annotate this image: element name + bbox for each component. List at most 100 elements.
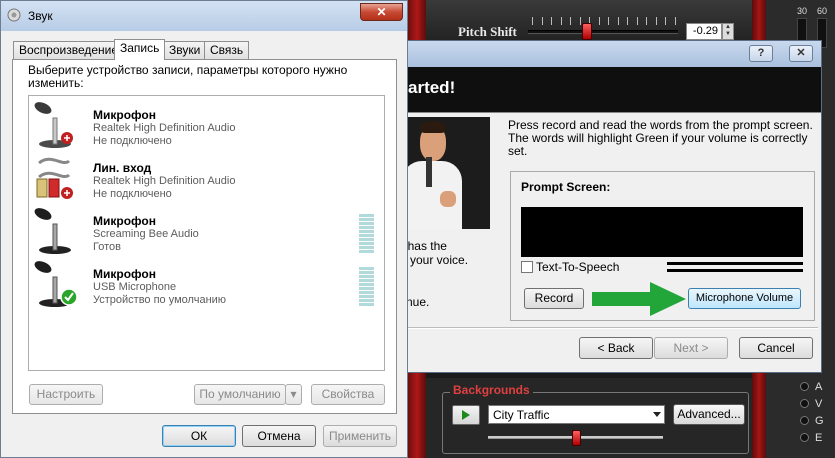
- pitch-shift-value-field[interactable]: -0.29: [686, 23, 722, 40]
- text-to-speech-label: Text-To-Speech: [536, 260, 620, 274]
- chevron-down-icon: ▾: [290, 387, 297, 401]
- device-driver: Realtek High Definition Audio: [93, 122, 236, 134]
- list-item[interactable]: Микрофон Realtek High Definition Audio Н…: [33, 100, 378, 152]
- device-name: Микрофон: [93, 214, 156, 228]
- tab-sounds[interactable]: Звуки: [163, 41, 207, 59]
- effects-list-letter: A: [815, 380, 823, 393]
- slider-tick: [608, 17, 609, 25]
- input-level-meter: [359, 214, 374, 254]
- chevron-down-icon: [653, 412, 661, 417]
- help-button[interactable]: ?: [749, 45, 773, 62]
- effects-list: A V G E: [800, 378, 835, 458]
- radio-icon: [800, 399, 809, 408]
- effects-list-item[interactable]: V: [800, 395, 835, 412]
- cancel-button[interactable]: Отмена: [242, 425, 316, 447]
- recording-device-list: Микрофон Realtek High Definition Audio Н…: [28, 95, 385, 371]
- next-button[interactable]: Next >: [654, 337, 728, 359]
- text-to-speech-checkbox[interactable]: Text-To-Speech: [521, 260, 619, 274]
- play-icon: [462, 410, 470, 420]
- microphone-icon: [34, 208, 71, 254]
- device-driver: Screaming Bee Audio: [93, 228, 199, 240]
- slider-tick: [560, 17, 562, 25]
- tab-playback[interactable]: Воспроизведение: [13, 41, 125, 59]
- wizard-cancel-button[interactable]: Cancel: [739, 337, 813, 359]
- backgrounds-title: Backgrounds: [450, 383, 533, 397]
- list-item[interactable]: Микрофон USB Microphone Устройство по ум…: [33, 259, 378, 311]
- slider-tick: [598, 17, 600, 25]
- sound-dialog: Звук ✕ Воспроизведение Запись Звуки Связ…: [0, 0, 408, 458]
- checkbox-icon[interactable]: [521, 261, 533, 273]
- pitch-shift-spinner[interactable]: ▲ ▼: [722, 23, 734, 40]
- effects-list-item[interactable]: G: [800, 412, 835, 429]
- background-play-button[interactable]: [452, 405, 480, 425]
- effects-list-letter: E: [815, 431, 823, 444]
- device-status: Устройство по умолчанию: [93, 294, 227, 306]
- effects-list-letter: G: [815, 414, 824, 427]
- prompt-screen-label: Prompt Screen:: [521, 180, 611, 194]
- spin-up-icon[interactable]: ▲: [723, 24, 733, 31]
- microphone-setup-wizard: ? ✕ arted! " has the n your voice. tinue…: [395, 40, 822, 373]
- pitch-shift-slider-thumb[interactable]: [581, 23, 592, 40]
- slider-tick: [627, 17, 628, 25]
- radio-icon: [800, 382, 809, 391]
- spin-down-icon[interactable]: ▼: [723, 31, 733, 38]
- advanced-button[interactable]: Advanced...: [673, 404, 745, 425]
- microphone-volume-button[interactable]: Microphone Volume: [688, 288, 801, 309]
- set-default-button[interactable]: По умолчанию: [194, 384, 286, 405]
- tab-communications[interactable]: Связь: [204, 41, 250, 59]
- slider-tick: [655, 17, 657, 25]
- effects-list-item[interactable]: A: [800, 378, 835, 395]
- pitch-shift-label: Pitch Shift: [458, 24, 517, 39]
- properties-button[interactable]: Свойства: [311, 384, 385, 405]
- wizard-close-button[interactable]: ✕: [789, 45, 813, 62]
- device-status: Готов: [93, 241, 121, 253]
- pitch-shift-slider-track[interactable]: [528, 30, 678, 34]
- slider-tick: [570, 17, 571, 25]
- slider-tick: [646, 17, 647, 25]
- effects-list-item[interactable]: E: [800, 429, 835, 446]
- wizard-heading: arted!: [408, 78, 456, 97]
- speaker-icon: [7, 8, 21, 22]
- sound-title: Звук: [28, 9, 53, 23]
- tab-recording[interactable]: Запись: [114, 39, 166, 60]
- sound-close-button[interactable]: ✕: [360, 3, 403, 21]
- background-select[interactable]: City Traffic: [488, 405, 665, 424]
- device-driver: USB Microphone: [93, 281, 177, 293]
- meter-scale-label: 30: [797, 6, 808, 16]
- slider-tick: [665, 17, 666, 25]
- presenter-photo: [402, 117, 490, 229]
- sound-titlebar[interactable]: [1, 1, 407, 31]
- configure-button[interactable]: Настроить: [29, 384, 103, 405]
- microphone-icon: [34, 261, 78, 307]
- apply-button[interactable]: Применить: [323, 425, 397, 447]
- radio-icon: [800, 416, 809, 425]
- divider: [400, 327, 818, 329]
- device-driver: Realtek High Definition Audio: [93, 175, 236, 187]
- slider-tick: [579, 17, 581, 25]
- record-button[interactable]: Record: [524, 288, 584, 309]
- green-arrow-icon: [592, 282, 686, 316]
- prompt-screen: [521, 207, 803, 257]
- slider-tick: [636, 17, 638, 25]
- slider-tick: [617, 17, 619, 25]
- slider-tick: [541, 17, 543, 25]
- volume-indicator-lines: [667, 262, 803, 272]
- set-default-dropdown[interactable]: ▾: [285, 384, 302, 405]
- device-name: Микрофон: [93, 108, 156, 122]
- slider-tick: [551, 17, 552, 25]
- radio-icon: [800, 433, 809, 442]
- back-button[interactable]: < Back: [579, 337, 653, 359]
- effects-list-letter: V: [815, 397, 823, 410]
- line-in-cable-icon: [36, 157, 73, 199]
- input-level-meter: [359, 267, 374, 307]
- left-instruction-text: n your voice.: [400, 253, 469, 267]
- ok-button[interactable]: ОК: [162, 425, 236, 447]
- record-instructions: Press record and read the words from the…: [508, 118, 813, 158]
- background-volume-thumb[interactable]: [571, 430, 581, 446]
- list-item[interactable]: Лин. вход Realtek High Definition Audio …: [33, 153, 378, 205]
- microphone-icon: [34, 102, 73, 148]
- list-item[interactable]: Микрофон Screaming Bee Audio Готов: [33, 206, 378, 258]
- slider-tick: [674, 17, 676, 25]
- meter-scale-label: 60: [817, 6, 828, 16]
- slider-tick: [532, 17, 533, 25]
